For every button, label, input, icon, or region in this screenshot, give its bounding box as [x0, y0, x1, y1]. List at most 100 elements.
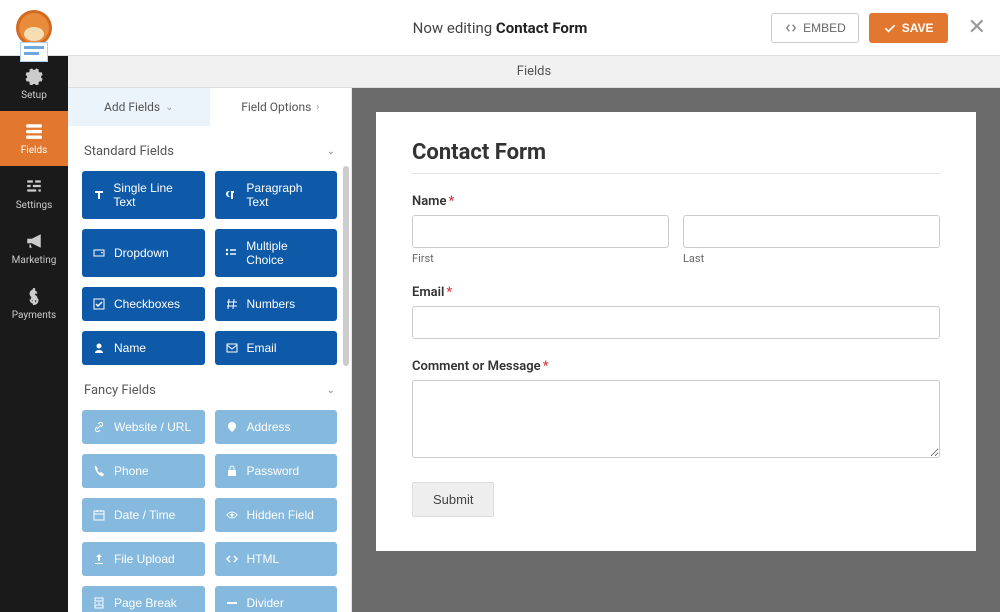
- upload-icon: [92, 553, 106, 565]
- field-html[interactable]: HTML: [215, 542, 338, 576]
- list-icon: [225, 247, 239, 259]
- email-input[interactable]: [412, 306, 940, 339]
- field-label: Multiple Choice: [246, 239, 327, 267]
- nav-label: Fields: [21, 145, 48, 156]
- field-address[interactable]: Address: [215, 410, 338, 444]
- section-title: Fields: [68, 56, 1000, 88]
- group-standard-header[interactable]: Standard Fields ⌄: [82, 126, 337, 171]
- chevron-down-icon: ⌄: [327, 385, 335, 396]
- nav-settings[interactable]: Settings: [0, 166, 68, 221]
- last-name-input[interactable]: [683, 215, 940, 248]
- hash-icon: [225, 298, 239, 310]
- pin-icon: [225, 421, 239, 433]
- phone-icon: [92, 465, 106, 477]
- chevron-right-icon: ›: [316, 102, 319, 113]
- save-label: SAVE: [902, 21, 934, 35]
- text-icon: [92, 189, 105, 201]
- page-break-icon: [92, 597, 106, 609]
- dropdown-icon: [92, 247, 106, 259]
- field-multiple-choice[interactable]: Multiple Choice: [215, 229, 338, 277]
- editing-prefix: Now editing: [413, 19, 496, 37]
- form-preview[interactable]: Contact Form Name* First Last: [376, 112, 976, 551]
- form-field-name[interactable]: Name* First Last: [412, 194, 940, 265]
- field-label: Name: [114, 341, 146, 355]
- user-icon: [92, 342, 106, 354]
- code-icon: [784, 22, 798, 34]
- field-label: Paragraph Text: [246, 181, 327, 209]
- field-label: Divider: [247, 596, 284, 610]
- field-label: Email: [247, 341, 277, 355]
- embed-label: EMBED: [803, 21, 846, 35]
- group-title: Fancy Fields: [84, 383, 156, 398]
- save-button[interactable]: SAVE: [869, 13, 948, 43]
- field-password[interactable]: Password: [215, 454, 338, 488]
- close-button[interactable]: ✕: [958, 15, 986, 40]
- code-icon: [225, 553, 239, 565]
- svg-text:$: $: [30, 289, 38, 305]
- nav-marketing[interactable]: Marketing: [0, 221, 68, 276]
- nav-setup[interactable]: Setup: [0, 56, 68, 111]
- first-name-input[interactable]: [412, 215, 669, 248]
- lock-icon: [225, 465, 239, 477]
- field-hidden[interactable]: Hidden Field: [215, 498, 338, 532]
- tab-label: Add Fields: [104, 100, 160, 114]
- scrollbar[interactable]: [343, 166, 349, 366]
- tab-label: Field Options: [241, 100, 311, 114]
- field-paragraph-text[interactable]: Paragraph Text: [215, 171, 338, 219]
- link-icon: [92, 421, 106, 433]
- field-name[interactable]: Name: [82, 331, 205, 365]
- field-phone[interactable]: Phone: [82, 454, 205, 488]
- field-numbers[interactable]: Numbers: [215, 287, 338, 321]
- eye-icon: [225, 509, 239, 521]
- required-indicator: *: [448, 194, 454, 209]
- field-website-url[interactable]: Website / URL: [82, 410, 205, 444]
- group-fancy-header[interactable]: Fancy Fields ⌄: [82, 365, 337, 410]
- minus-icon: [225, 597, 239, 609]
- gear-icon: [24, 66, 44, 86]
- submit-button[interactable]: Submit: [412, 482, 494, 517]
- embed-button[interactable]: EMBED: [771, 13, 859, 43]
- field-single-line-text[interactable]: Single Line Text: [82, 171, 205, 219]
- calendar-icon: [92, 509, 106, 521]
- field-label: Password: [247, 464, 300, 478]
- required-indicator: *: [543, 359, 549, 374]
- field-label: Name: [412, 194, 446, 209]
- field-label: Dropdown: [114, 246, 169, 260]
- field-label: Checkboxes: [114, 297, 180, 311]
- nav-label: Marketing: [12, 255, 57, 266]
- tab-add-fields[interactable]: Add Fields ⌄: [68, 88, 210, 126]
- group-title: Standard Fields: [84, 144, 174, 159]
- dollar-icon: $: [24, 286, 44, 306]
- paragraph-icon: [225, 189, 239, 201]
- field-email[interactable]: Email: [215, 331, 338, 365]
- chevron-down-icon: ⌄: [327, 146, 335, 157]
- megaphone-icon: [24, 231, 44, 251]
- field-label: Numbers: [247, 297, 296, 311]
- field-label: Phone: [114, 464, 149, 478]
- field-checkboxes[interactable]: Checkboxes: [82, 287, 205, 321]
- required-indicator: *: [446, 285, 452, 300]
- form-field-email[interactable]: Email*: [412, 285, 940, 339]
- field-label: Address: [247, 420, 291, 434]
- field-page-break[interactable]: Page Break: [82, 586, 205, 612]
- logo[interactable]: [0, 10, 68, 46]
- tab-field-options[interactable]: Field Options ›: [210, 88, 352, 126]
- form-field-comment[interactable]: Comment or Message*: [412, 359, 940, 462]
- sublabel: First: [412, 252, 669, 265]
- divider: [412, 173, 940, 174]
- nav-label: Payments: [12, 310, 56, 321]
- nav-payments[interactable]: $ Payments: [0, 276, 68, 331]
- nav-label: Setup: [21, 90, 47, 101]
- field-divider[interactable]: Divider: [215, 586, 338, 612]
- form-title: Contact Form: [412, 140, 940, 165]
- comment-textarea[interactable]: [412, 380, 940, 458]
- editing-form-name: Contact Form: [496, 19, 587, 37]
- field-label: File Upload: [114, 552, 175, 566]
- field-dropdown[interactable]: Dropdown: [82, 229, 205, 277]
- field-file-upload[interactable]: File Upload: [82, 542, 205, 576]
- field-label: Page Break: [114, 596, 177, 610]
- field-label: Hidden Field: [247, 508, 314, 522]
- field-date-time[interactable]: Date / Time: [82, 498, 205, 532]
- envelope-icon: [225, 342, 239, 354]
- nav-fields[interactable]: Fields: [0, 111, 68, 166]
